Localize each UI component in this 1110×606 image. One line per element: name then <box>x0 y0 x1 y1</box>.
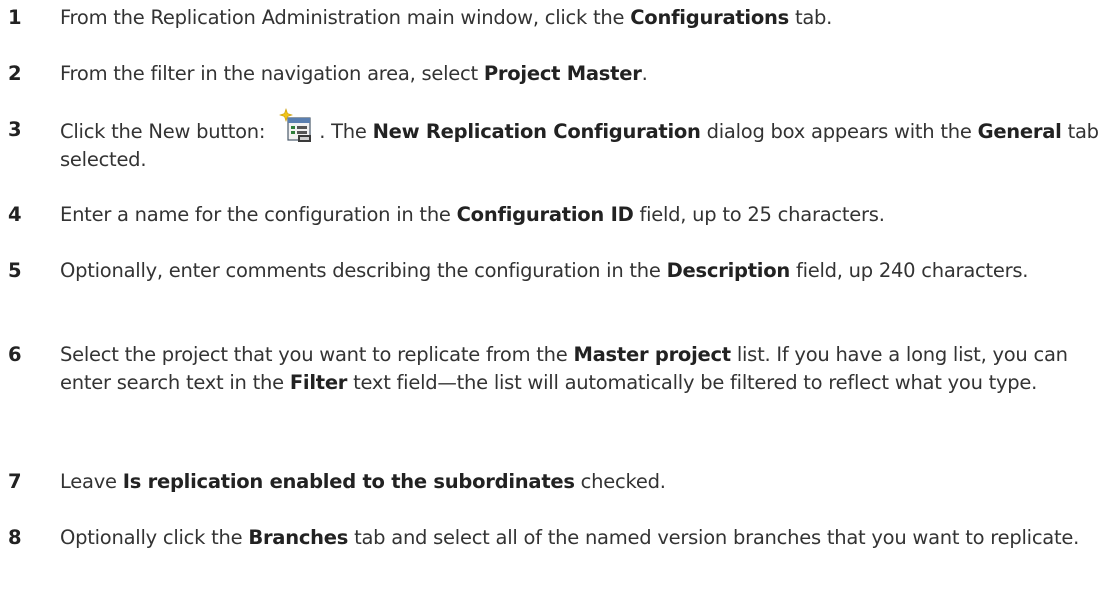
step-text: Select the project that you want to repl… <box>60 343 1068 394</box>
step-number: 1 <box>8 6 22 29</box>
step-text: Leave Is replication enabled to the subo… <box>60 470 666 493</box>
instruction-steps: 1 From the Replication Administration ma… <box>0 0 1110 606</box>
step-number: 7 <box>8 470 22 493</box>
step-text: Click the New button: . The New Replicat… <box>60 108 1110 174</box>
step-text: Enter a name for the configuration in th… <box>60 203 885 226</box>
step-number: 4 <box>8 203 22 226</box>
master-project-ref: Master project <box>573 343 731 366</box>
step-text: From the filter in the navigation area, … <box>60 62 648 85</box>
step-text: From the Replication Administration main… <box>60 6 833 29</box>
new-replication-configuration-ref: New Replication Configuration <box>372 120 701 143</box>
project-master-ref: Project Master <box>483 62 642 85</box>
step-number: 3 <box>8 118 22 141</box>
step-text: Optionally, enter comments describing th… <box>60 259 1029 282</box>
step-text: Optionally click the Branches tab and se… <box>60 526 1080 549</box>
configurations-tab-ref: Configurations <box>630 6 789 29</box>
replication-enabled-ref: Is replication enabled to the subordinat… <box>122 470 575 493</box>
step-number: 6 <box>8 343 22 366</box>
new-configuration-icon <box>279 108 315 144</box>
general-tab-ref: General <box>977 120 1062 143</box>
step-number: 5 <box>8 259 22 282</box>
step-number: 8 <box>8 526 22 549</box>
step-number: 2 <box>8 62 22 85</box>
filter-ref: Filter <box>289 371 348 394</box>
description-ref: Description <box>666 259 791 282</box>
configuration-id-ref: Configuration ID <box>456 203 634 226</box>
branches-tab-ref: Branches <box>248 526 349 549</box>
